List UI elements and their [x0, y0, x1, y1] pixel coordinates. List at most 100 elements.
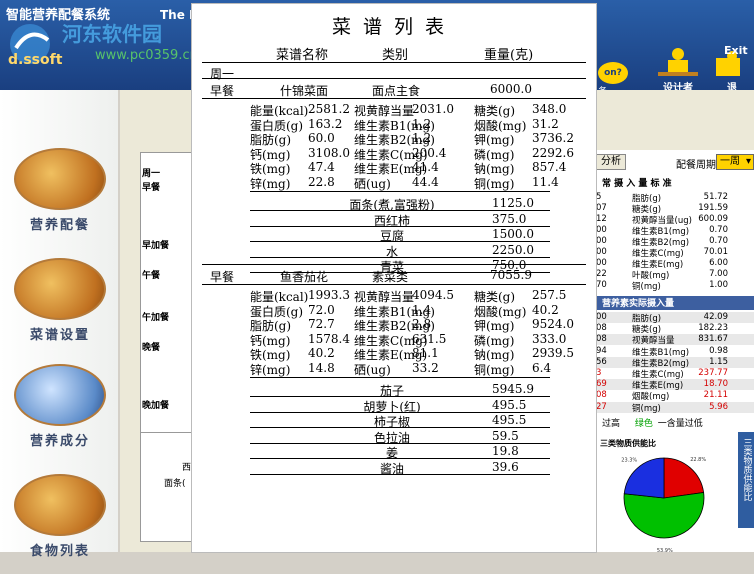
- nutrient-value: 182.23: [698, 323, 728, 334]
- nutrient-value: 21.11: [703, 390, 728, 401]
- std-intake-row: 00 维生素B1(mg) 0.70: [596, 225, 754, 237]
- nutrient-name: 铜(mg): [632, 403, 661, 414]
- nutrient-name: 维生素B1(mg): [632, 347, 690, 358]
- std-intake-row: 70 铜(mg) 1.00: [596, 280, 754, 292]
- designer-icon: [658, 48, 698, 76]
- ingredient-weight: 2250.0: [492, 242, 534, 257]
- nutrient-value: 1.4: [412, 302, 432, 317]
- rule: [250, 377, 550, 378]
- row-prefix: 00: [596, 225, 607, 235]
- nutrient-value: 41.4: [412, 160, 439, 174]
- analysis-button[interactable]: 分析: [596, 154, 626, 170]
- nutrient-value: 40.2: [532, 302, 559, 317]
- watermark-text: 河东软件园: [62, 22, 162, 46]
- rule: [250, 473, 550, 475]
- ingredient-weight: 1125.0: [492, 196, 534, 210]
- actual-intake-row: 94 维生素B1(mg) 0.98: [596, 345, 754, 358]
- nutrient-value: 191.59: [698, 203, 728, 213]
- nutrient-value: 7.00: [709, 269, 728, 279]
- nutrient-value: 40.2: [308, 346, 335, 360]
- nutrient-name: 硒(ug): [354, 176, 391, 191]
- row-prefix: 00: [596, 258, 607, 268]
- nutrient-value: 600.09: [698, 214, 728, 224]
- nutrient-value: 51.72: [703, 192, 728, 202]
- nutrient-value: 72.0: [308, 302, 335, 317]
- row-prefix: 94: [596, 345, 607, 356]
- nutrient-value: 348.0: [532, 102, 567, 116]
- nav-label: 菜谱设置: [29, 328, 90, 343]
- detail-label: 西: [182, 463, 192, 473]
- dish-weight: 6000.0: [490, 82, 532, 96]
- nutrient-value: 2.8: [412, 317, 432, 331]
- nutrient-value: 44.4: [412, 174, 439, 189]
- nutrient-value: 831.67: [698, 334, 728, 345]
- exit-label-en: Exit: [724, 44, 748, 57]
- std-intake-row: 07 糖类(g) 191.59: [596, 203, 754, 215]
- nutrient-value: 9524.0: [532, 317, 574, 331]
- col-dish-name: 菜谱名称: [276, 48, 329, 63]
- nutrient-value: 333.0: [532, 331, 567, 346]
- actual-intake-row: 69 维生素E(mg) 18.70: [596, 379, 754, 392]
- actual-intake-title: 营养素实际摄入量: [596, 296, 754, 310]
- nutrient-value: 2031.0: [412, 102, 454, 116]
- grid-row-label: 午加餐: [142, 313, 170, 323]
- pie-title: 三类物质供能比: [600, 438, 656, 448]
- row-prefix: 56: [596, 356, 607, 367]
- side-tab[interactable]: 三类物质供能比: [738, 432, 754, 528]
- nutrient-name: 烟酸(mg): [632, 392, 670, 403]
- pie-slice: [623, 492, 705, 539]
- nutrient-value: 237.77: [698, 368, 728, 378]
- nutrient-value: 70.01: [703, 247, 728, 257]
- nutrient-value: 1993.3: [308, 288, 350, 302]
- nav-item-nutrition[interactable]: 营养成分: [14, 364, 106, 464]
- row-prefix: 00: [596, 247, 607, 257]
- app-title-en: The I: [160, 8, 194, 22]
- nutrient-name: 糖类(g): [632, 325, 662, 336]
- pie-slice: [663, 457, 705, 499]
- nav-item-meal-planning[interactable]: 营养配餐: [14, 148, 106, 248]
- nutrient-name: 脂肪(g): [632, 314, 662, 324]
- std-intake-row: 12 视黄醇当量(ug) 600.09: [596, 214, 754, 226]
- grid-day-label: 周一: [142, 169, 161, 179]
- nutrient-value: 22.8: [308, 174, 335, 189]
- cycle-select[interactable]: 一周 ▾: [716, 154, 754, 170]
- nutrient-name: 铜(mg): [474, 176, 515, 191]
- row-prefix: 27: [596, 401, 607, 412]
- question-badge[interactable]: on?: [598, 62, 628, 84]
- chef-icon: [14, 364, 106, 426]
- ingredient-weight: 1500.0: [492, 227, 534, 241]
- left-nav: 营养配餐 菜谱设置 营养成分 食物列表: [0, 90, 118, 559]
- ingredient-weight: 19.8: [492, 444, 519, 458]
- nutrient-value: 257.5: [532, 288, 567, 302]
- nutrient-value: 163.2: [308, 116, 343, 131]
- nav-label: 食物列表: [29, 544, 90, 559]
- nav-item-food-list[interactable]: 食物列表: [14, 474, 106, 574]
- nav-item-recipe-settings[interactable]: 菜谱设置: [14, 258, 106, 358]
- grid-row-label: 早餐: [142, 183, 161, 193]
- designer-button[interactable]: 设计者: [648, 44, 708, 94]
- row-prefix: 5: [596, 192, 602, 202]
- nav-label: 营养成分: [29, 434, 90, 449]
- ingredient-weight: 59.5: [492, 428, 519, 443]
- nutrient-value: 33.2: [412, 360, 439, 375]
- pie-slice-label: 23.3%: [621, 457, 637, 463]
- meal-name: 早餐: [210, 270, 235, 284]
- bread-icon: [14, 258, 106, 320]
- nutrient-value: 1578.4: [308, 331, 350, 346]
- ingredient-weight: 495.5: [492, 397, 527, 412]
- std-intake-title: 常 摄 入 量 标 准: [602, 179, 672, 189]
- meal-plate-icon: [14, 148, 106, 210]
- nutrient-value: 47.4: [308, 160, 335, 174]
- nutrient-name: 维生素E(mg): [632, 381, 684, 392]
- dish-name: 什锦菜面: [280, 84, 329, 98]
- nutrient-value: 1.15: [709, 356, 728, 367]
- row-prefix: 69: [596, 379, 607, 390]
- nutrient-value: 3736.2: [532, 131, 574, 145]
- grid-row-label: 晚餐: [142, 343, 161, 353]
- rule: [202, 284, 586, 285]
- nutrient-value: 6.00: [709, 258, 728, 268]
- nutrient-value: 2292.6: [532, 145, 574, 160]
- dish-category: 素菜类: [372, 270, 409, 284]
- rule: [202, 264, 586, 265]
- detail-label: 面条(: [164, 479, 186, 489]
